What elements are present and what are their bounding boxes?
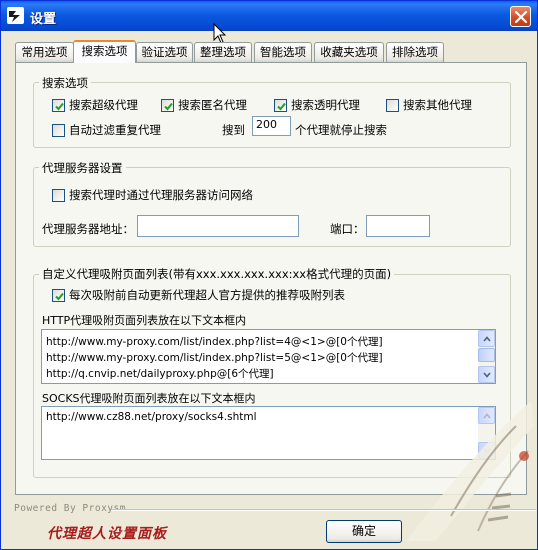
checkbox-box[interactable] [52,98,65,112]
tab-verify[interactable]: 验证选项 [136,42,193,62]
chevron-up-icon [483,336,491,342]
checkbox-box[interactable] [52,288,65,302]
window-title: 设置 [30,12,57,27]
http-list-scrollbar[interactable] [478,330,495,383]
tab-search[interactable]: 搜索选项 [73,40,136,63]
checkbox-box[interactable] [52,188,65,202]
checkbox-label: 搜索代理时通过代理服务器访问网络 [69,188,253,202]
chevron-down-icon [483,372,491,378]
checkmark-icon [55,292,64,300]
proxy-port-label: 端口： [330,222,365,236]
search-options-title: 搜索选项 [39,75,91,91]
checkbox-search-transparent[interactable]: 搜索透明代理 [274,97,360,113]
checkmark-icon [164,102,173,110]
proxy-address-input[interactable] [137,215,299,237]
powered-by-text: Powered By Proxysm [14,503,126,514]
checkbox-label: 每次吸附前自动更新代理超人官方提供的推荐吸附列表 [69,288,345,302]
app-logo-icon [7,7,24,24]
socks-list-label: SOCKS代理吸附页面列表放在以下文本框内 [42,392,256,405]
checkbox-box[interactable] [161,98,174,112]
socks-list-line: http://www.cz88.net/proxy/socks4.shtml [46,411,257,423]
checkbox-search-other[interactable]: 搜索其他代理 [386,97,472,113]
checkbox-label: 搜索匿名代理 [178,98,247,112]
http-list-line: http://www.my-proxy.com/list/index.php?l… [46,336,383,348]
footer-app-name: 代理超人设置面板 [47,526,167,542]
tab-favorites[interactable]: 收藏夹选项 [314,42,384,62]
footer-separator [111,509,536,511]
custom-pages-title: 自定义代理吸附页面列表(带有xxx.xxx.xxx.xxx:xx格式代理的页面) [39,266,395,282]
tab-common[interactable]: 常用选项 [15,42,74,62]
checkbox-filter-duplicates[interactable]: 自动过滤重复代理 [52,122,161,138]
ok-button[interactable]: 确定 [326,520,402,543]
proxy-server-title: 代理服务器设置 [39,160,126,176]
checkbox-box[interactable] [274,98,287,112]
checkbox-box[interactable] [386,98,399,112]
tab-smart[interactable]: 智能选项 [254,42,312,62]
proxy-port-input[interactable] [366,215,430,237]
checkbox-label: 自动过滤重复代理 [69,123,161,137]
stop-prefix-label: 搜到 [222,123,245,137]
settings-window: 设置 常用选项 搜索选项 验证选项 整理选项 智能选项 收藏夹选项 排除选项 搜… [0,0,538,550]
title-bar[interactable]: 设置 [1,1,537,31]
checkbox-auto-update-list[interactable]: 每次吸附前自动更新代理超人官方提供的推荐吸附列表 [52,287,345,303]
stop-count-input[interactable]: 200 [252,116,291,136]
checkbox-use-proxy[interactable]: 搜索代理时通过代理服务器访问网络 [52,187,253,203]
checkbox-label: 搜索透明代理 [291,98,360,112]
search-options-group [33,82,511,148]
tab-organize[interactable]: 整理选项 [194,42,252,62]
scroll-thumb[interactable] [478,348,495,362]
close-button[interactable] [510,6,531,27]
stop-suffix-label: 个代理就停止搜索 [295,123,387,137]
checkmark-icon [277,102,286,110]
close-icon [515,11,527,23]
http-list-line: http://www.my-proxy.com/list/index.php?l… [46,352,383,364]
decorative-swoosh-image [406,401,534,541]
scroll-down-button[interactable] [478,366,495,383]
checkbox-search-elite[interactable]: 搜索超级代理 [52,97,138,113]
checkbox-label: 搜索其他代理 [403,98,472,112]
scroll-up-button[interactable] [478,330,495,347]
http-list-textarea[interactable]: http://www.my-proxy.com/list/index.php?l… [41,329,496,384]
tab-exclude[interactable]: 排除选项 [386,42,444,62]
checkbox-search-anonymous[interactable]: 搜索匿名代理 [161,97,247,113]
checkmark-icon [55,102,64,110]
proxy-address-label: 代理服务器地址： [42,222,134,236]
http-list-line: http://q.cnvip.net/dailyproxy.php@[6个代理] [46,368,274,380]
checkbox-label: 搜索超级代理 [69,98,138,112]
http-list-label: HTTP代理吸附页面列表放在以下文本框内 [42,314,247,327]
checkbox-box[interactable] [52,123,65,137]
